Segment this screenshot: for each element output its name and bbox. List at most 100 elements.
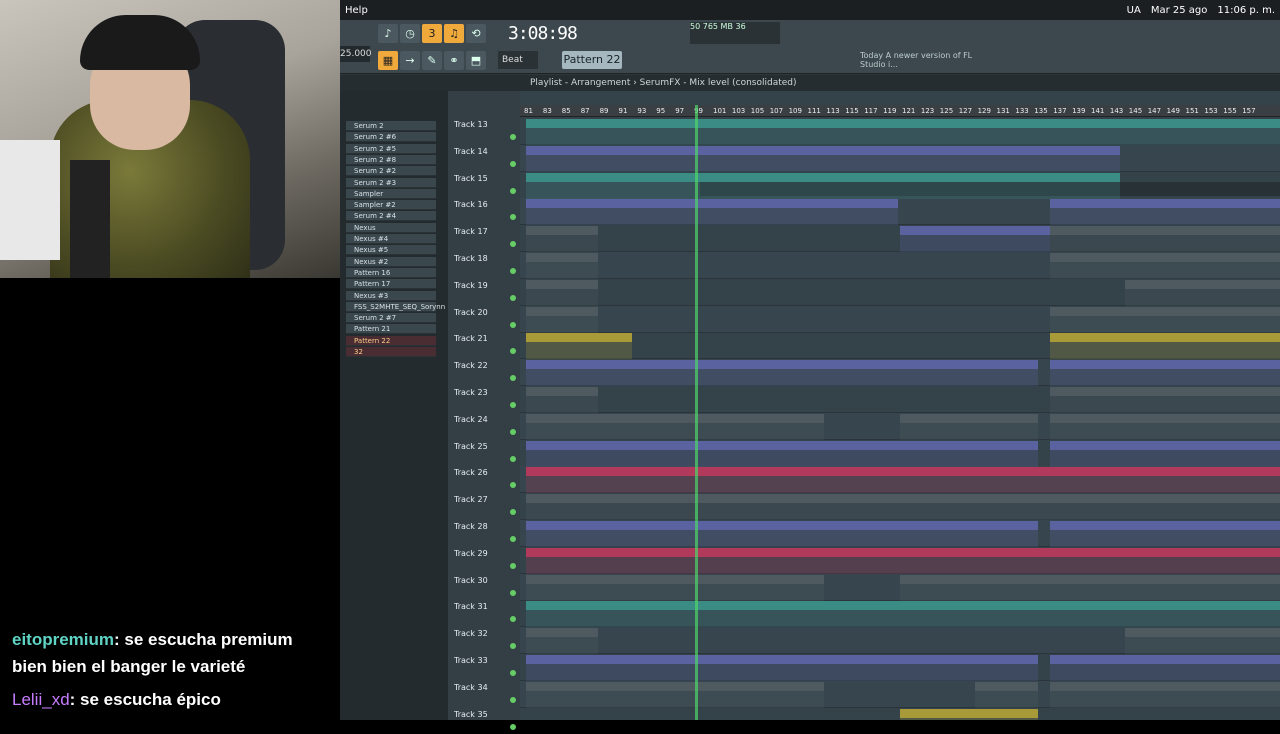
stamp-icon[interactable]: ⬒ bbox=[466, 51, 486, 70]
track-enable-led[interactable] bbox=[510, 670, 516, 676]
step-edit-icon[interactable]: ♫ bbox=[444, 24, 464, 43]
track-enable-led[interactable] bbox=[510, 294, 516, 301]
track-enable-led[interactable] bbox=[510, 723, 516, 730]
browser-item[interactable]: Sampler bbox=[346, 188, 436, 199]
track-enable-led[interactable] bbox=[510, 696, 516, 703]
timeline-ruler[interactable]: 81 83 85 87 89 91 93 95 97 99 101 103 105 107 109 111 11… bbox=[520, 105, 1280, 117]
playlist-clip[interactable]: Serum 2 - Filter 1 Freq bbox=[526, 172, 824, 199]
track-header[interactable]: Track 35 bbox=[452, 708, 518, 734]
playlist-clip[interactable]: Serum 2 #3 bbox=[601, 574, 676, 601]
playlist-clip[interactable]: Nexus bbox=[526, 628, 598, 655]
playlist-clip[interactable]: Serum 2 #3 bbox=[526, 574, 601, 601]
track-enable-led[interactable] bbox=[510, 616, 516, 623]
track-enable-led[interactable] bbox=[510, 643, 516, 650]
browser-item[interactable]: Serum 2 #2 bbox=[346, 166, 436, 177]
playlist-clip[interactable]: Serum 2 #3 bbox=[900, 574, 975, 601]
playlist-clip[interactable]: Serum 2 #2 bbox=[676, 413, 751, 440]
track-header[interactable]: Track 29 bbox=[452, 547, 518, 573]
playlist-clip[interactable]: Serum 2 #4 bbox=[1050, 681, 1125, 708]
track-enable-led[interactable] bbox=[510, 482, 516, 489]
news-panel[interactable]: Today A newer version of FL Studio i... bbox=[860, 51, 980, 71]
track-enable-led[interactable] bbox=[510, 214, 516, 221]
track-enable-led[interactable] bbox=[510, 375, 516, 382]
playlist-clip[interactable]: Kickstart 2 - Mix level #5 bbox=[526, 440, 1038, 467]
playlist-clip[interactable]: Serum 2 #3 bbox=[975, 574, 1050, 601]
wait-icon[interactable]: ◷ bbox=[400, 24, 420, 43]
playlist-clip[interactable]: Serum 2 #2 bbox=[1200, 413, 1280, 440]
playlist-clip[interactable]: Pro-Q 3 - Serum..1 Frequency #2 bbox=[526, 333, 632, 360]
pattern-selector[interactable]: Pattern 22 bbox=[562, 51, 622, 69]
track-header[interactable]: Track 32 bbox=[452, 627, 518, 653]
track-enable-led[interactable] bbox=[510, 134, 516, 140]
track-header[interactable]: Track 15 bbox=[452, 172, 518, 198]
track-enable-led[interactable] bbox=[510, 160, 516, 167]
browser-item[interactable]: Sampler #2 bbox=[346, 200, 436, 211]
track-enable-led[interactable] bbox=[510, 562, 516, 569]
playlist-clip[interactable]: Kickstart 2 - Mix level #3 bbox=[970, 145, 1120, 172]
playlist-clip[interactable]: Serum 2 #3 bbox=[676, 574, 751, 601]
playlist-clip[interactable]: FSS_S2MH_Q_Sorynn bbox=[1125, 279, 1200, 306]
track-enable-led[interactable] bbox=[510, 187, 516, 194]
playlist-clip[interactable]: Pattern 16 bbox=[526, 226, 598, 253]
browser-item[interactable]: Nexus #4 bbox=[346, 234, 436, 244]
playhead[interactable] bbox=[695, 105, 698, 720]
track-header[interactable]: Track 13 bbox=[452, 118, 518, 144]
playlist-clip[interactable]: Pro-Q 3 - Serum 2 #7 - Band 1 Frequency … bbox=[1050, 333, 1280, 360]
playlist-clip[interactable]: Serum 2 #2 bbox=[975, 413, 1038, 440]
link-icon[interactable]: ⚭ bbox=[444, 51, 464, 70]
playlist-clip[interactable]: Nexus #3 bbox=[1125, 253, 1200, 279]
playlist-clip[interactable]: Pattern 21 bbox=[1125, 494, 1200, 521]
track-header[interactable]: Track 24 bbox=[452, 413, 518, 439]
playlist-clip[interactable]: Serum 2 #7 bbox=[526, 306, 598, 333]
playlist-clip[interactable]: Serum 2 #..ter 1 Freq bbox=[1050, 601, 1125, 628]
browser-item[interactable]: Pattern 22 bbox=[346, 335, 436, 346]
playlist-clip[interactable]: Kickstart 2 - Mix level #4 bbox=[1050, 521, 1280, 547]
playlist-clip[interactable]: Pattern 21 bbox=[601, 494, 676, 521]
playlist-clip[interactable]: H-Delay Stereo - Mix level bbox=[526, 199, 898, 226]
track-header[interactable]: Track 17 bbox=[452, 225, 518, 251]
playlist-clip[interactable]: FSS_S2M..._Sorynn bbox=[1200, 279, 1280, 306]
browser-item[interactable]: Serum 2 #8 bbox=[346, 154, 436, 165]
track-header[interactable]: Track 27 bbox=[452, 493, 518, 519]
snap-select[interactable]: Beat bbox=[498, 51, 538, 69]
track-enable-led[interactable] bbox=[510, 268, 516, 274]
playlist-clip[interactable]: Kickstart 2 - Mix level #4 bbox=[526, 521, 1038, 547]
playlist-clip[interactable]: Kickstart 2 - Mix l bbox=[900, 145, 970, 172]
playlist-clip[interactable]: Serum 2 -..1 Freq #2 bbox=[824, 172, 900, 199]
pencil-icon[interactable]: ✎ bbox=[422, 51, 442, 70]
playlist-clip[interactable]: Serum 2 -..lter 1 Freq bbox=[1050, 172, 1120, 199]
playlist-clip[interactable]: Serum 2 #3 bbox=[1125, 574, 1200, 601]
track-header[interactable]: Track 18 bbox=[452, 252, 518, 278]
playlist-clip[interactable]: Pattern 16 bbox=[1125, 226, 1200, 253]
metronome-icon[interactable]: ♪ bbox=[378, 24, 398, 43]
playlist-clip[interactable]: Kickstart 2 - Mix level #5 bbox=[1050, 440, 1280, 467]
playlist-clip[interactable]: FSS_S2MH_Q_Sorynn bbox=[526, 279, 598, 306]
track-enable-led[interactable] bbox=[510, 402, 516, 408]
playlist-clip[interactable]: Serum 2 #5 bbox=[526, 387, 598, 413]
browser-item[interactable]: Nexus #2 bbox=[346, 256, 436, 267]
playlist-clip[interactable]: Serum 2 #7 bbox=[1050, 306, 1125, 333]
playlist-clip[interactable]: Serum 2 #..ter 1 Freq bbox=[826, 601, 900, 628]
playlist-grid[interactable]: 81 83 85 87 89 91 93 95 97 99 101 103 105 107 109 111 11… bbox=[520, 91, 1280, 720]
playlist-icon[interactable]: ▦ bbox=[378, 51, 398, 70]
playlist-clip[interactable]: Pattern 21 bbox=[900, 494, 975, 521]
playlist-clip[interactable]: Serum 2 #2 bbox=[900, 413, 975, 440]
browser-item[interactable]: Serum 2 #4 bbox=[346, 211, 436, 222]
track-enable-led[interactable] bbox=[510, 509, 516, 516]
track-enable-led[interactable] bbox=[510, 428, 516, 435]
playlist-clip[interactable]: Kickstart 2 - Mix level #8 bbox=[1050, 360, 1280, 387]
playlist-clip[interactable]: Serum 2 #..ter 1 Freq bbox=[526, 601, 601, 628]
playlist-clip[interactable]: Serum 2 #..ter 1 Freq bbox=[975, 601, 1050, 628]
playlist-clip[interactable]: Serum 2 #4 bbox=[1125, 681, 1200, 708]
browser-item[interactable]: Nexus bbox=[346, 222, 436, 233]
browser-item[interactable]: Pattern 17 bbox=[346, 279, 436, 290]
playlist-clip[interactable]: Serum 2 #..ter 1 Freq bbox=[676, 601, 751, 628]
track-header[interactable]: Track 14 bbox=[452, 145, 518, 171]
track-header[interactable]: Track 28 bbox=[452, 520, 518, 546]
playlist-clip[interactable]: Nexus #3 bbox=[1050, 253, 1125, 279]
playlist-clip[interactable]: Pro-Q 3 - Serum 2 - Band 4 Frequency bbox=[1050, 119, 1280, 145]
input-language[interactable]: UA bbox=[1127, 5, 1141, 16]
browser-item[interactable]: Serum 2 #7 bbox=[346, 313, 436, 324]
playlist-clip[interactable]: Serum 2 #2 bbox=[1050, 413, 1125, 440]
playlist-clip[interactable]: Balance - REESE - Volume bbox=[526, 547, 1280, 574]
